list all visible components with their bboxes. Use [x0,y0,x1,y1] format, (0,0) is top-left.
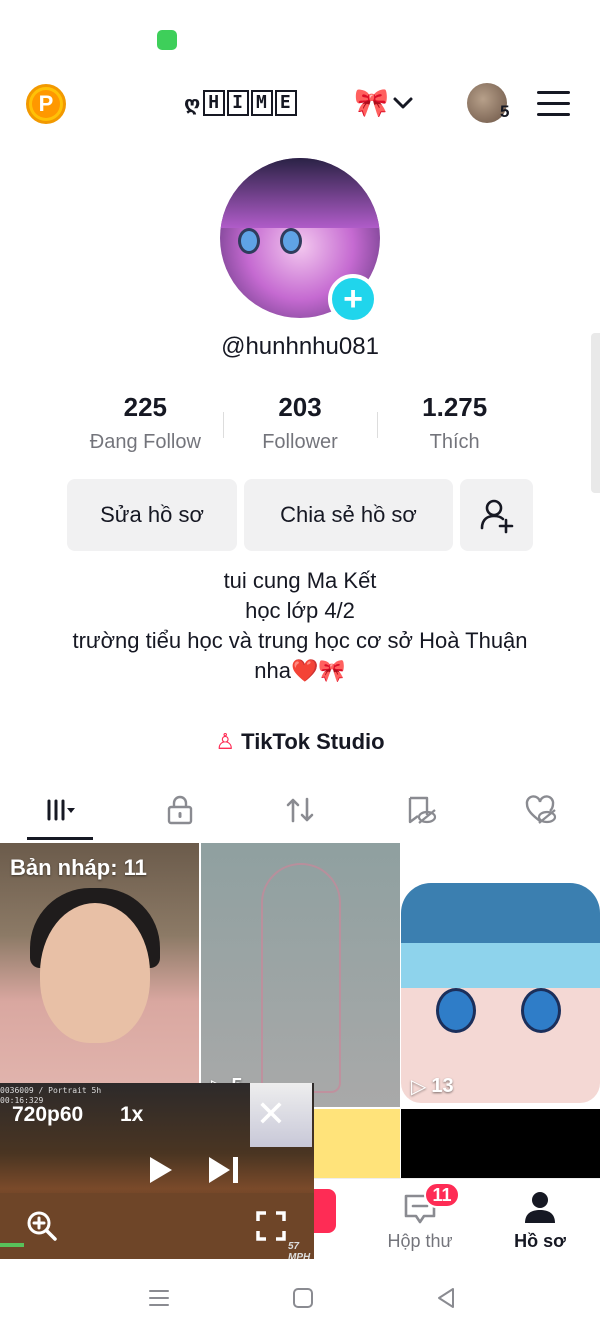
avatar-art [220,158,380,228]
avatar-art [280,228,302,254]
inbox-badge: 11 [424,1182,460,1208]
share-profile-button[interactable]: Chia sẻ hồ sơ [244,479,453,551]
view-count: ▷ 13 [411,1074,454,1099]
notification-status-icon [157,30,177,50]
draft-video-tile[interactable]: Bản nháp: 11 [0,843,199,1107]
stat-followers[interactable]: 203 Follower [222,392,378,462]
skip-next-icon[interactable] [206,1155,242,1185]
view-count-value: 13 [431,1075,454,1097]
video-tile[interactable] [401,1109,600,1183]
nav-inbox[interactable]: Hộp thư [360,1179,480,1265]
switch-account-count: 5 [500,102,510,121]
nav-profile[interactable]: Hồ sơ [480,1179,600,1265]
display-name-letter: M [250,90,273,116]
system-nav-bar [0,1264,600,1333]
bio-line: học lớp 4/2 [245,598,355,623]
repost-icon [286,797,314,823]
thumbnail-art [401,883,600,943]
top-bar: P ღ H I M E 🎀 5 [0,70,600,136]
thumbnail-art [436,988,476,1033]
tab-saved[interactable] [360,782,480,838]
profile-tabs [0,782,600,842]
tiktok-studio-link[interactable]: ♙ TikTok Studio [0,729,600,755]
active-tab-indicator [27,837,93,840]
coin-icon[interactable]: P [26,84,66,124]
studio-label: TikTok Studio [241,729,385,754]
add-avatar-plus-icon[interactable]: + [328,274,378,324]
back-icon[interactable] [434,1286,458,1310]
play-icon: ▷ [411,1076,427,1098]
recent-apps-icon[interactable] [147,1286,171,1310]
bow-emoji: 🎀 [354,87,389,118]
side-scroll-handle[interactable] [591,333,600,493]
lock-icon [167,795,193,825]
stat-likes[interactable]: 1.275 Thích [377,392,532,462]
pip-quality-button[interactable]: 720p60 [12,1103,83,1127]
thumbnail-art [401,938,600,988]
heart-hidden-icon [525,795,557,824]
thumbnail-art [40,903,150,1043]
close-icon[interactable]: ✕ [254,1096,288,1133]
home-icon[interactable] [291,1286,315,1310]
edit-profile-button[interactable]: Sửa hồ sơ [67,479,237,551]
nav-label: Hộp thư [387,1231,453,1251]
thumbnail-art [261,863,341,1093]
stat-label: Thích [429,431,480,453]
video-tile[interactable]: ▷ 13 [401,843,600,1107]
stat-value: 203 [278,392,322,422]
video-tile[interactable]: ▷5 [201,843,400,1107]
play-icon[interactable] [146,1155,176,1185]
avatar-art [238,228,260,254]
pip-speed-button[interactable]: 1x [120,1103,143,1127]
menu-icon[interactable] [537,91,570,117]
chevron-down-icon[interactable] [392,92,414,114]
bookmark-hidden-icon [408,796,437,824]
profile-bio: tui cung Ma Kết học lớp 4/2 trường tiểu … [70,566,530,686]
nav-label: Hồ sơ [514,1231,566,1251]
grid-icon [47,799,75,821]
thumbnail-art [521,988,561,1033]
tab-liked[interactable] [480,782,600,838]
stat-label: Follower [262,431,338,453]
add-friend-button[interactable] [460,479,533,551]
display-name-letter: E [274,90,297,116]
add-user-icon [480,499,513,534]
stat-value: 225 [123,392,168,422]
display-name-prefix: ღ [184,92,202,115]
profile-stats: 225 Đang Follow 203 Follower 1.275 Thích [68,392,532,462]
bio-line: nha❤️🎀 [254,658,346,683]
username: @hunhnhu081 [221,333,379,360]
zoom-in-icon[interactable] [26,1210,58,1242]
pip-gauge [0,1243,24,1247]
profile-icon [525,1192,555,1223]
tab-reposts[interactable] [240,782,360,838]
display-name[interactable]: ღ H I M E [184,88,297,118]
tab-private[interactable] [120,782,240,838]
bio-line: trường tiểu học và trung học cơ sở Hoà T… [72,628,528,653]
draft-count-label: Bản nháp: 11 [10,855,147,880]
stat-value: 1.275 [422,392,488,422]
pip-player[interactable]: 0036009 / Portrait 5h 00:16:329 720p60 1… [0,1083,314,1259]
pip-speed-readout: 57 MPH [288,1241,311,1259]
display-name-letter: H [203,90,226,116]
stat-following[interactable]: 225 Đang Follow [68,392,223,462]
studio-icon: ♙ [215,729,236,754]
tab-videos[interactable] [0,782,120,838]
bio-line: tui cung Ma Kết [223,568,377,593]
pip-meta-line: 0036009 / Portrait 5h [0,1086,102,1095]
fullscreen-icon[interactable] [256,1211,286,1241]
display-name-letter: I [227,90,249,116]
stat-label: Đang Follow [89,431,201,453]
